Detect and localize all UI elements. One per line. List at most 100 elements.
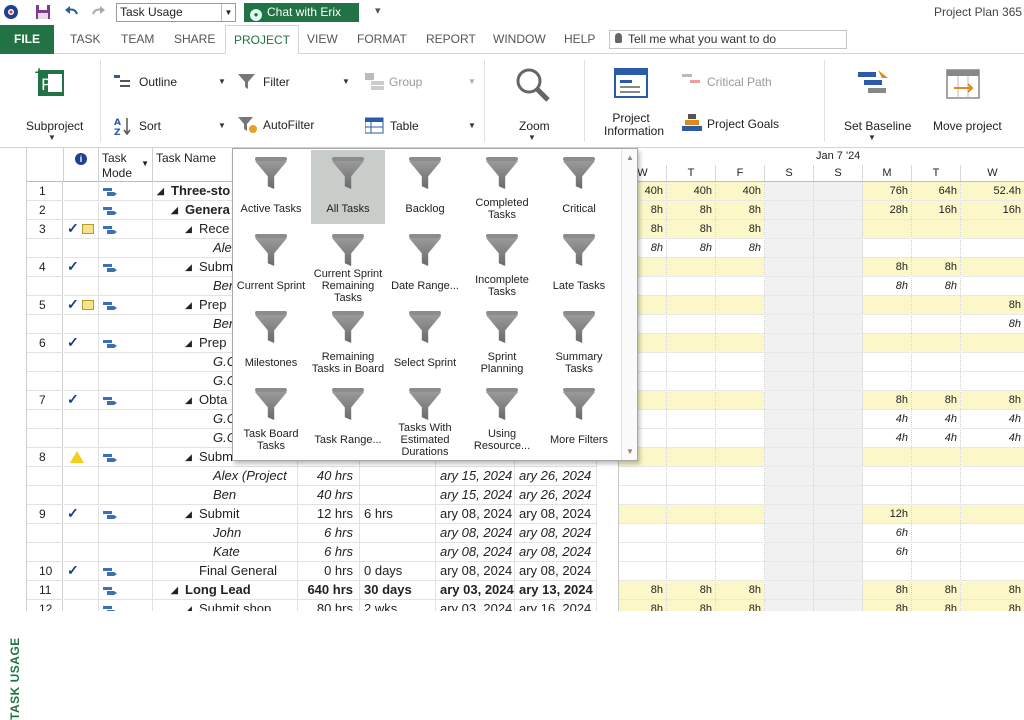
table-row[interactable]: Ben 40 hrs ary 15, 2024 ary 26, 2024 bbox=[27, 486, 618, 505]
work-value-cell[interactable] bbox=[961, 486, 1024, 504]
work-value-cell[interactable] bbox=[863, 334, 911, 352]
undo-icon[interactable] bbox=[62, 3, 82, 21]
tab-view[interactable]: VIEW bbox=[307, 25, 338, 54]
row-number[interactable] bbox=[27, 429, 63, 448]
work-value-cell[interactable] bbox=[619, 524, 666, 542]
work-value-cell[interactable]: 8h bbox=[716, 239, 764, 257]
collapse-triangle-icon[interactable]: ◢ bbox=[185, 505, 192, 523]
work-value-cell[interactable] bbox=[912, 353, 960, 371]
duration-cell[interactable] bbox=[360, 486, 436, 505]
table-row[interactable]: 10 ✓ Final General 0 hrs 0 days ary 08, 2024 a… bbox=[27, 562, 618, 581]
row-number[interactable]: 4 bbox=[27, 258, 63, 277]
tab-help[interactable]: HELP bbox=[564, 25, 595, 54]
note-icon[interactable] bbox=[82, 300, 94, 310]
work-value-cell[interactable]: 8h bbox=[863, 391, 911, 409]
warning-icon[interactable] bbox=[70, 451, 84, 463]
table-row[interactable]: 9 ✓ ◢ Submit 12 hrs 6 hrs ary 08, 2024 ary 08, … bbox=[27, 505, 618, 524]
work-value-cell[interactable]: 16h bbox=[961, 201, 1024, 219]
task-name-cell[interactable]: Kate bbox=[153, 543, 298, 562]
chat-button[interactable]: ● Chat with Erix bbox=[244, 3, 359, 22]
work-value-cell[interactable] bbox=[619, 505, 666, 523]
table-row[interactable]: 12 ◢ Submit shop 80 hrs 2 wks ary 03, 2024 ary… bbox=[27, 600, 618, 611]
work-value-cell[interactable]: 8h bbox=[716, 220, 764, 238]
row-number[interactable] bbox=[27, 524, 63, 543]
filter-item[interactable]: Remaining Tasks in Board bbox=[311, 304, 385, 378]
work-value-cell[interactable] bbox=[716, 505, 764, 523]
zoom-button[interactable]: Zoom bbox=[519, 119, 550, 133]
work-value-cell[interactable]: 8h bbox=[716, 600, 764, 611]
work-value-cell[interactable] bbox=[619, 486, 666, 504]
filter-item[interactable]: Summary Tasks bbox=[542, 304, 616, 378]
work-value-cell[interactable] bbox=[961, 239, 1024, 257]
work-value-cell[interactable]: 4h bbox=[912, 429, 960, 447]
customize-toolbar-icon[interactable]: ▾ bbox=[375, 4, 381, 17]
filter-item[interactable]: Tasks With Estimated Durations bbox=[388, 381, 462, 458]
finish-cell[interactable]: ary 08, 2024 bbox=[515, 562, 597, 581]
task-name-cell[interactable]: ◢ Long Lead bbox=[153, 581, 298, 600]
collapse-triangle-icon[interactable]: ◢ bbox=[185, 448, 192, 466]
task-mode-cell[interactable] bbox=[99, 600, 153, 611]
work-value-cell[interactable]: 6h bbox=[863, 543, 911, 561]
start-cell[interactable]: ary 08, 2024 bbox=[436, 524, 515, 543]
sort-button[interactable]: Sort bbox=[139, 119, 161, 133]
tab-team[interactable]: TEAM bbox=[121, 25, 154, 54]
start-cell[interactable]: ary 15, 2024 bbox=[436, 486, 515, 505]
project-goals-button[interactable]: Project Goals bbox=[707, 117, 779, 131]
work-value-cell[interactable] bbox=[619, 543, 666, 561]
work-value-cell[interactable]: 40h bbox=[716, 182, 764, 200]
work-value-cell[interactable] bbox=[863, 353, 911, 371]
work-value-cell[interactable] bbox=[912, 334, 960, 352]
work-value-cell[interactable] bbox=[716, 391, 764, 409]
row-number[interactable] bbox=[27, 315, 63, 334]
work-value-cell[interactable] bbox=[667, 372, 715, 390]
tab-report[interactable]: REPORT bbox=[426, 25, 476, 54]
row-number[interactable]: 8 bbox=[27, 448, 63, 467]
redo-icon[interactable] bbox=[88, 3, 108, 21]
work-value-cell[interactable] bbox=[912, 315, 960, 333]
collapse-triangle-icon[interactable]: ◢ bbox=[157, 182, 164, 200]
work-value-cell[interactable] bbox=[716, 296, 764, 314]
work-value-cell[interactable]: 8h bbox=[961, 315, 1024, 333]
work-value-cell[interactable] bbox=[667, 486, 715, 504]
work-value-cell[interactable] bbox=[667, 410, 715, 428]
work-value-cell[interactable]: 8h bbox=[667, 239, 715, 257]
work-value-cell[interactable] bbox=[667, 353, 715, 371]
autofilter-button[interactable]: AutoFilter bbox=[263, 118, 314, 132]
task-mode-cell[interactable] bbox=[99, 524, 153, 543]
work-value-cell[interactable] bbox=[667, 296, 715, 314]
filter-item[interactable]: Current Sprint bbox=[234, 227, 308, 301]
table-row[interactable]: John 6 hrs ary 08, 2024 ary 08, 2024 bbox=[27, 524, 618, 543]
work-value-cell[interactable]: 8h bbox=[716, 581, 764, 599]
task-mode-cell[interactable] bbox=[99, 391, 153, 410]
work-value-cell[interactable] bbox=[863, 372, 911, 390]
work-value-cell[interactable] bbox=[912, 486, 960, 504]
select-all-header[interactable] bbox=[27, 148, 64, 182]
task-mode-cell[interactable] bbox=[99, 334, 153, 353]
work-value-cell[interactable] bbox=[863, 239, 911, 257]
task-name-cell[interactable]: Final General bbox=[153, 562, 298, 581]
collapse-triangle-icon[interactable]: ◢ bbox=[171, 581, 178, 599]
work-value-cell[interactable] bbox=[716, 562, 764, 580]
table-button[interactable]: Table bbox=[390, 119, 419, 133]
tab-task[interactable]: TASK bbox=[70, 25, 100, 54]
critical-path-button[interactable]: Critical Path bbox=[707, 75, 772, 89]
task-mode-cell[interactable] bbox=[99, 486, 153, 505]
work-value-cell[interactable]: 8h bbox=[667, 600, 715, 611]
work-value-cell[interactable] bbox=[667, 524, 715, 542]
work-value-cell[interactable] bbox=[863, 296, 911, 314]
task-mode-cell[interactable] bbox=[99, 581, 153, 600]
work-value-cell[interactable] bbox=[912, 467, 960, 485]
work-value-cell[interactable]: 76h bbox=[863, 182, 911, 200]
work-value-cell[interactable] bbox=[863, 486, 911, 504]
chevron-down-icon[interactable]: ▼ bbox=[141, 156, 149, 171]
work-value-cell[interactable]: 8h bbox=[912, 600, 960, 611]
work-value-cell[interactable]: 16h bbox=[912, 201, 960, 219]
task-mode-header[interactable]: Task Mode ▼ bbox=[99, 148, 153, 182]
finish-cell[interactable]: ary 13, 2024 bbox=[515, 581, 597, 600]
table-row[interactable]: 11 ◢ Long Lead 640 hrs 30 days ary 03, 2024 ar… bbox=[27, 581, 618, 600]
row-number[interactable] bbox=[27, 543, 63, 562]
work-value-cell[interactable] bbox=[667, 334, 715, 352]
task-mode-cell[interactable] bbox=[99, 543, 153, 562]
work-value-cell[interactable] bbox=[716, 486, 764, 504]
task-name-cell[interactable]: ◢ Submit shop bbox=[153, 600, 298, 611]
